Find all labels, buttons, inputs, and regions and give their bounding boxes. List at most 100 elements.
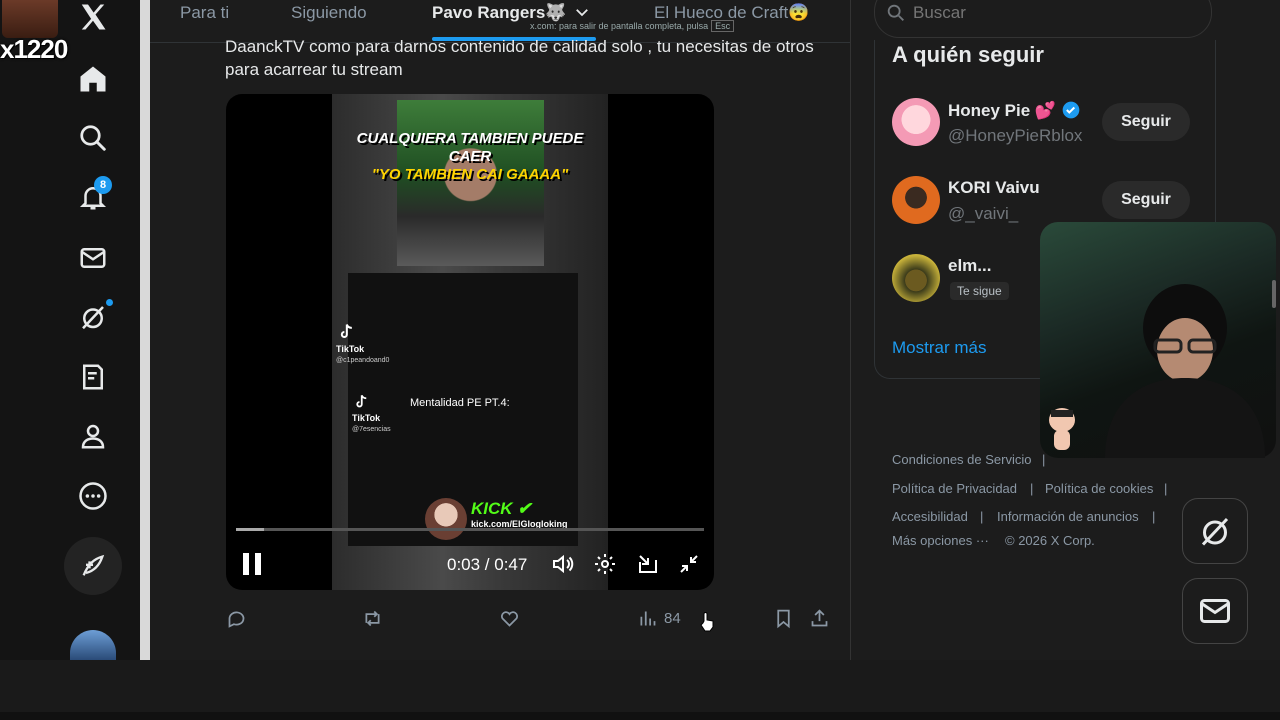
compose-feather-icon	[82, 554, 105, 576]
footer-terms-link[interactable]: Condiciones de Servicio	[892, 452, 1031, 467]
footer-separator: |	[1164, 481, 1168, 496]
follow-button-honey-pie[interactable]: Seguir	[1102, 103, 1190, 141]
tweet-text: DaanckTV como para darnos contenido de c…	[225, 37, 814, 79]
show-more-link[interactable]: Mostrar más	[892, 338, 986, 358]
video-subtitle: Mentalidad PE PT.4:	[410, 397, 510, 409]
tiktok-icon	[340, 324, 352, 338]
home-icon[interactable]	[76, 62, 110, 96]
search-icon[interactable]	[76, 121, 110, 155]
reply-bubble-icon	[228, 611, 245, 628]
bottom-area	[0, 660, 1280, 720]
user-avatar-honey-pie[interactable]	[892, 98, 940, 146]
page-scrollbar[interactable]	[1272, 280, 1276, 308]
video-progress-fill	[236, 528, 264, 531]
bookmark-button[interactable]	[773, 607, 794, 629]
tiktok-watermark-1: TikTok @c1peandoand0	[336, 322, 389, 366]
repost-button[interactable]	[362, 607, 383, 629]
pause-button[interactable]	[243, 553, 263, 575]
fullscreen-hint-text: x.com: para salir de pantalla completa, …	[530, 21, 709, 31]
video-time: 0:03 / 0:47	[447, 555, 528, 574]
footer-ads-info-link[interactable]: Información de anuncios	[997, 509, 1139, 524]
user-avatar-elm[interactable]	[892, 254, 940, 302]
more-options-icon[interactable]	[76, 479, 110, 513]
picture-in-picture-icon	[639, 555, 657, 573]
profile-icon[interactable]	[76, 419, 110, 453]
exit-fullscreen-button[interactable]	[677, 552, 701, 576]
footer-separator: |	[980, 509, 984, 524]
messages-envelope-icon[interactable]	[76, 241, 110, 275]
fullscreen-exit-hint: x.com: para salir de pantalla completa, …	[530, 20, 735, 32]
volume-button[interactable]	[551, 552, 575, 576]
envelope-icon	[1200, 599, 1230, 623]
footer-separator: |	[1152, 509, 1156, 524]
user-avatar-kori-vaivu[interactable]	[892, 176, 940, 224]
follow-button-kori-vaivu[interactable]: Seguir	[1102, 181, 1190, 219]
settings-button[interactable]	[593, 552, 617, 576]
video-caption-line-1: CUALQUIERA TAMBIEN PUEDE CAER	[356, 130, 584, 165]
user-name-honey-pie-text: Honey Pie 💕	[948, 101, 1057, 120]
kick-logo-text: KICK	[471, 499, 513, 518]
user-handle-kori-vaivu: @_vaivi_	[948, 204, 1019, 223]
chevron-down-icon[interactable]	[573, 3, 591, 21]
footer-separator: |	[1030, 481, 1034, 496]
who-to-follow-title: A quién seguir	[892, 42, 1044, 67]
user-name-honey-pie[interactable]: Honey Pie 💕	[948, 100, 1081, 121]
tiktok-1-label: TikTok	[336, 344, 365, 354]
tiktok-icon	[356, 394, 367, 408]
grok-floating-button[interactable]	[1182, 498, 1248, 564]
webcam-sticker	[1049, 408, 1075, 450]
tab-pavo-rangers[interactable]: Pavo Rangers🐺	[432, 3, 591, 23]
footer-accessibility-link[interactable]: Accesibilidad	[892, 509, 968, 524]
reply-button[interactable]	[226, 607, 247, 629]
pip-button[interactable]	[636, 552, 660, 576]
streamer-avatar	[2, 0, 58, 38]
like-button[interactable]	[499, 607, 520, 629]
rail-divider	[140, 0, 150, 660]
heart-icon	[501, 610, 518, 627]
messages-floating-button[interactable]	[1182, 578, 1248, 644]
tiktok-watermark-2: TikTok @7esencias	[352, 393, 391, 435]
grok-new-dot	[106, 299, 113, 306]
streamer-name: x1220	[0, 34, 68, 64]
lists-icon[interactable]	[76, 360, 110, 394]
user-name-elm[interactable]: elm...	[948, 256, 991, 276]
compose-post-button[interactable]	[64, 537, 122, 595]
video-progress-track[interactable]	[236, 528, 704, 531]
tab-para-ti[interactable]: Para ti	[180, 3, 229, 23]
video-caption-line-2: "YO TAMBIEN CAI GAAAA"	[371, 166, 569, 183]
footer-more-options-link[interactable]: Más opciones ···	[892, 533, 989, 548]
share-button[interactable]	[809, 607, 830, 629]
footer-privacy-link[interactable]: Política de Privacidad	[892, 481, 1017, 496]
views-chart-icon	[640, 611, 656, 625]
x-logo-icon[interactable]	[76, 0, 110, 34]
follows-you-badge: Te sigue	[950, 282, 1009, 300]
search-icon	[887, 4, 904, 21]
webcam-person	[1105, 284, 1265, 458]
bookmark-icon	[777, 609, 790, 628]
bottom-strip	[0, 712, 1280, 720]
user-handle-honey-pie: @HoneyPieRblox	[948, 126, 1083, 145]
footer-copyright: © 2026 X Corp.	[1005, 533, 1095, 548]
tiktok-2-handle: @7esencias	[352, 426, 391, 433]
views-button[interactable]: 84	[637, 607, 681, 629]
user-name-kori-vaivu[interactable]: KORI Vaivu	[948, 178, 1040, 198]
hand-cursor-icon	[700, 612, 714, 632]
kick-streamer-avatar	[425, 498, 467, 540]
verified-badge-icon	[1062, 101, 1080, 119]
share-upload-icon	[811, 608, 828, 626]
tiktok-1-handle: @c1peandoand0	[336, 357, 390, 364]
search-input[interactable]	[911, 1, 1195, 25]
grok-icon[interactable]	[76, 300, 110, 334]
video-caption: CUALQUIERA TAMBIEN PUEDE CAER "YO TAMBIE…	[340, 130, 600, 184]
footer-separator: |	[1042, 452, 1046, 467]
kick-logo: KICK ✔	[471, 499, 532, 519]
collapse-arrows-icon	[680, 555, 698, 573]
grok-icon	[1201, 517, 1229, 546]
views-count: 84	[664, 609, 681, 627]
fullscreen-hint-key: Esc	[711, 20, 735, 32]
repost-icon	[365, 610, 380, 626]
tab-pavo-rangers-label: Pavo Rangers🐺	[432, 3, 567, 22]
volume-icon	[553, 554, 574, 574]
tab-siguiendo[interactable]: Siguiendo	[291, 3, 367, 23]
footer-cookies-link[interactable]: Política de cookies	[1045, 481, 1153, 496]
